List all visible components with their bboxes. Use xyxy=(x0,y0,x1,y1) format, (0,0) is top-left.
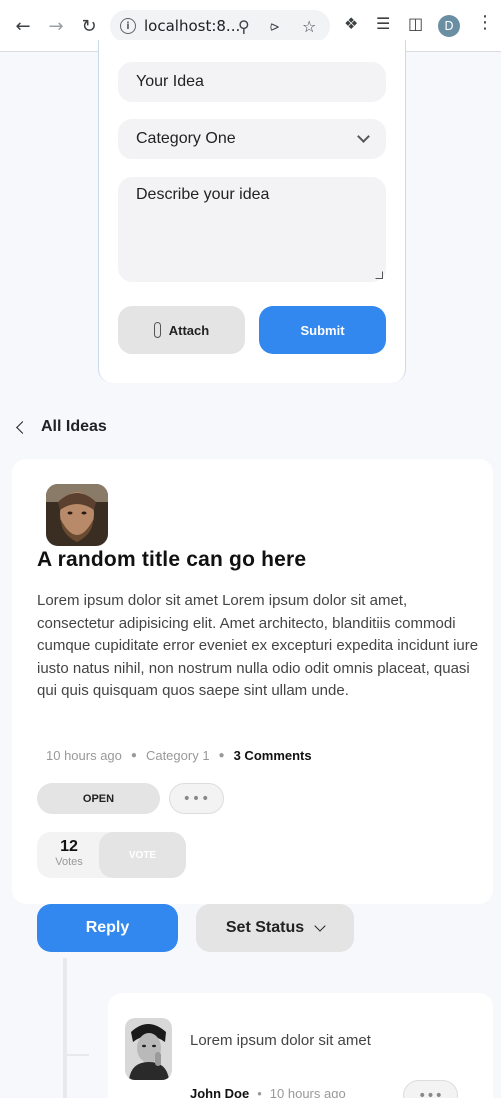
idea-category: Category 1 xyxy=(145,748,210,763)
separator-dot-icon: • xyxy=(257,1086,262,1098)
more-options-button[interactable]: ••• xyxy=(169,783,224,814)
comment-more-options-button[interactable]: ••• xyxy=(403,1080,458,1098)
description-textarea[interactable]: Describe your idea xyxy=(118,177,386,282)
comment-text: Lorem ipsum dolor sit amet xyxy=(190,1032,371,1049)
separator-dot-icon: ● xyxy=(130,750,137,761)
idea-title-placeholder: Your Idea xyxy=(136,73,204,90)
reload-icon[interactable]: ↻ xyxy=(77,14,101,38)
all-ideas-link[interactable]: All Ideas xyxy=(14,418,107,436)
forward-arrow-icon[interactable]: → xyxy=(44,14,68,38)
comments-count-link[interactable]: 3 Comments xyxy=(234,748,312,763)
chevron-left-icon xyxy=(16,420,29,434)
vote-widget: 12 Votes VOTE xyxy=(37,832,186,878)
idea-title[interactable]: A random title can go here xyxy=(37,548,306,572)
attach-button[interactable]: Attach xyxy=(118,306,245,354)
votes-count: 12 xyxy=(60,838,78,855)
thread-connector xyxy=(67,1054,89,1056)
status-badge: OPEN xyxy=(37,783,160,814)
bookmark-star-icon[interactable]: ☆ xyxy=(302,17,316,36)
reply-button[interactable]: Reply xyxy=(37,904,178,952)
thread-line xyxy=(63,958,67,1098)
all-ideas-label: All Ideas xyxy=(41,418,107,435)
idea-title-input[interactable]: Your Idea xyxy=(118,62,386,102)
author-avatar[interactable] xyxy=(46,484,108,546)
idea-time: 10 hours ago xyxy=(46,748,122,763)
resize-handle-icon[interactable] xyxy=(375,271,383,279)
profile-avatar[interactable]: D xyxy=(438,15,460,37)
votes-label: Votes xyxy=(55,856,83,868)
description-placeholder: Describe your idea xyxy=(136,186,270,203)
separator-dot-icon: ● xyxy=(218,750,225,761)
info-icon[interactable]: i xyxy=(120,18,136,34)
zoom-icon[interactable]: ⚲ xyxy=(238,17,250,36)
submit-button[interactable]: Submit xyxy=(259,306,386,354)
extensions-puzzle-icon[interactable]: ❖ xyxy=(344,14,358,33)
comment-time: 10 hours ago xyxy=(269,1086,346,1098)
set-status-label: Set Status xyxy=(225,919,305,936)
vote-button[interactable]: VOTE xyxy=(99,832,186,878)
submit-label: Submit xyxy=(300,322,345,338)
attach-label: Attach xyxy=(168,322,210,338)
idea-meta: 10 hours ago ● Category 1 ● 3 Comments xyxy=(46,748,312,763)
category-selected-value: Category One xyxy=(136,130,236,147)
comment-author: John Doe xyxy=(190,1086,250,1098)
chevron-down-icon xyxy=(357,130,370,143)
comment-author-avatar[interactable] xyxy=(125,1018,172,1080)
idea-description: Lorem ipsum dolor sit amet Lorem ipsum d… xyxy=(37,592,479,699)
browser-menu-icon[interactable]: ⋮ xyxy=(476,14,494,32)
side-panel-icon[interactable]: ◫ xyxy=(408,14,423,33)
set-status-button[interactable]: Set Status xyxy=(196,904,354,952)
comment-meta: John Doe • 10 hours ago xyxy=(190,1086,346,1098)
paperclip-icon xyxy=(153,322,161,338)
address-text: localhost:8... xyxy=(144,17,241,35)
back-arrow-icon[interactable]: ← xyxy=(11,14,35,38)
address-bar[interactable]: i localhost:8... ⚲ ⪧ ☆ xyxy=(110,10,330,42)
category-select[interactable]: Category One xyxy=(118,119,386,159)
chevron-down-icon xyxy=(314,919,326,932)
reply-label: Reply xyxy=(85,919,130,936)
media-queue-icon[interactable]: ☰ xyxy=(376,14,390,33)
share-icon[interactable]: ⪧ xyxy=(270,16,279,36)
